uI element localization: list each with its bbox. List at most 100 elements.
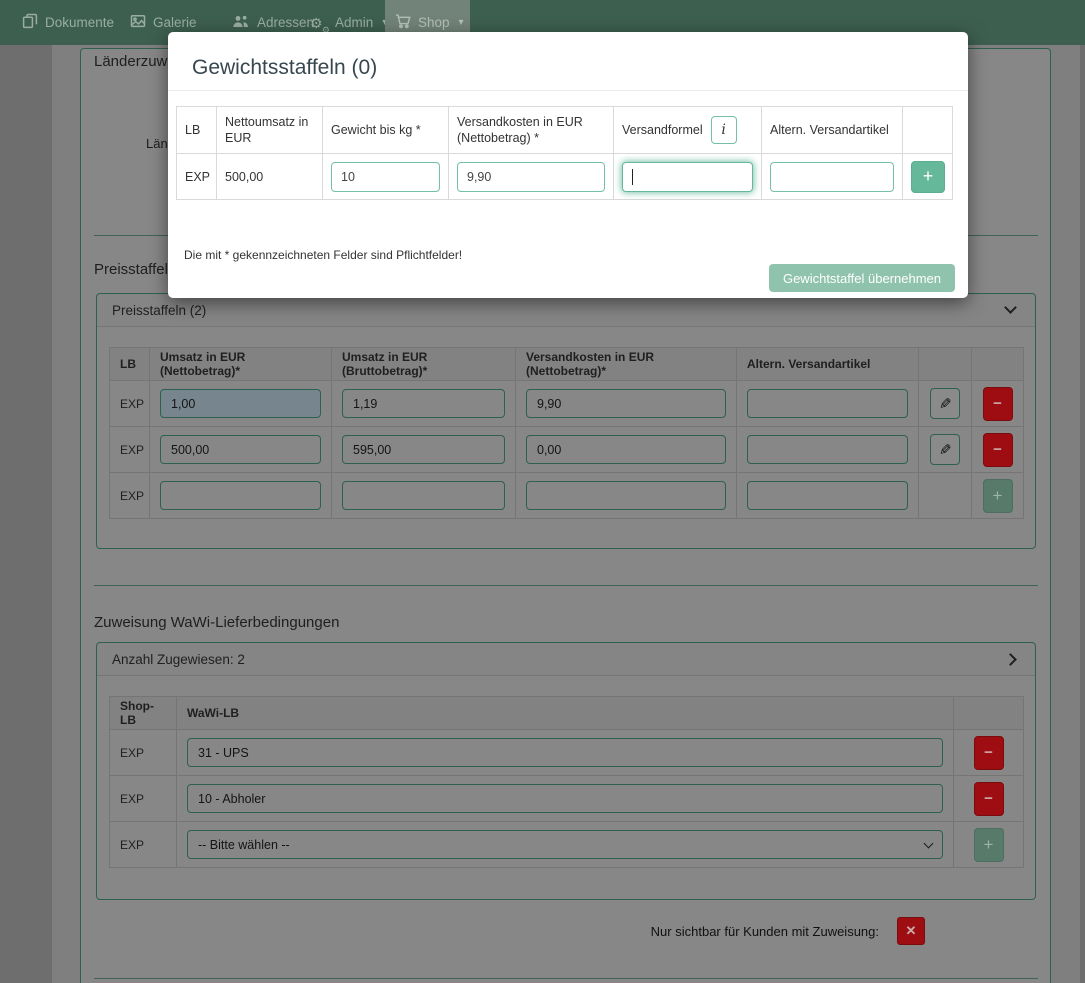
- netto-input[interactable]: [160, 389, 321, 418]
- col-header-lb: LB: [177, 107, 217, 154]
- select-value: -- Bitte wählen --: [198, 838, 290, 852]
- info-icon: i: [721, 121, 725, 139]
- chevron-down-icon: [924, 838, 934, 848]
- wawi-card: Anzahl Zugewiesen: 2 Shop-LB WaWi-LB: [96, 642, 1036, 900]
- wawi-heading: Zuweisung WaWi-Lieferbedingungen: [94, 614, 339, 631]
- gallery-icon: [130, 13, 146, 32]
- altern-versandartikel-input[interactable]: [747, 389, 908, 418]
- preisstaffeln-heading: Preisstaffeln: [94, 261, 176, 278]
- versandkosten-input[interactable]: [526, 481, 726, 510]
- wawi-accordion-header[interactable]: Anzahl Zugewiesen: 2: [97, 643, 1035, 676]
- remove-row-button[interactable]: −: [974, 736, 1004, 770]
- users-icon: [232, 14, 250, 32]
- col-header-edit: [919, 348, 972, 381]
- nettoumsatz-cell: 500,00: [217, 154, 323, 200]
- col-header-versandformel: Versandformel: [622, 122, 703, 138]
- chevron-right-icon: [1004, 653, 1017, 666]
- accordion-title: Preisstaffeln (2): [112, 303, 206, 318]
- brutto-input[interactable]: [342, 481, 505, 510]
- col-header-altern: Altern. Versandartikel: [737, 348, 919, 381]
- visibility-toggle-button[interactable]: ✕: [897, 917, 925, 945]
- wawi-lb-input[interactable]: [187, 738, 943, 767]
- gewichtsstaffeln-modal: Gewichtsstaffeln (0) LB Nettoumsatz in E…: [168, 32, 968, 298]
- wawi-lb-select[interactable]: -- Bitte wählen --: [187, 830, 943, 859]
- x-icon: ✕: [906, 923, 917, 939]
- nav-item-label: Shop: [418, 15, 450, 30]
- divider: [94, 978, 1038, 979]
- lb-cell: EXP: [110, 730, 177, 776]
- col-header-netto: Umsatz in EUR (Nettobetrag)*: [150, 348, 332, 381]
- col-header-brutto: Umsatz in EUR (Bruttobetrag)*: [332, 348, 516, 381]
- versandkosten-input[interactable]: [526, 389, 726, 418]
- modal-title: Gewichtsstaffeln (0): [168, 32, 968, 80]
- table-row: EXP −: [110, 776, 1024, 822]
- altern-versandartikel-input[interactable]: [747, 435, 908, 464]
- gears-icon: ⚙ ⚙: [310, 14, 328, 32]
- col-header-lb: LB: [110, 348, 150, 381]
- versandformel-input[interactable]: [622, 162, 753, 192]
- remove-row-button[interactable]: −: [983, 387, 1013, 421]
- col-header-action: [954, 697, 1024, 730]
- brutto-input[interactable]: [342, 435, 505, 464]
- gewicht-input[interactable]: [331, 162, 440, 192]
- altern-versandartikel-input[interactable]: [770, 162, 894, 192]
- minus-icon: −: [984, 744, 993, 761]
- text-cursor: [632, 169, 633, 185]
- col-header-add: [903, 107, 953, 154]
- visibility-row: Nur sichtbar für Kunden mit Zuweisung: ✕: [81, 917, 925, 945]
- apply-gewichtstaffel-button[interactable]: Gewichtstaffel übernehmen: [769, 264, 955, 292]
- netto-input[interactable]: [160, 481, 321, 510]
- lb-cell: EXP: [110, 822, 177, 868]
- preisstaffeln-accordion-header[interactable]: Preisstaffeln (2): [97, 294, 1035, 327]
- add-row-button[interactable]: +: [983, 479, 1013, 513]
- col-header-wawi-lb: WaWi-LB: [177, 697, 954, 730]
- col-header-versandkosten: Versandkosten in EUR (Nettobetrag) *: [449, 107, 614, 154]
- versandkosten-input[interactable]: [457, 162, 605, 192]
- plus-icon: +: [984, 835, 994, 855]
- caret-down-icon: ▾: [459, 17, 464, 28]
- preisstaffeln-table: LB Umsatz in EUR (Nettobetrag)* Umsatz i…: [109, 347, 1024, 519]
- remove-row-button[interactable]: −: [974, 782, 1004, 816]
- screen: Dokumente Galerie Adressen: [0, 0, 1085, 983]
- altern-versandartikel-input[interactable]: [747, 481, 908, 510]
- table-row: EXP 500,00 +: [177, 154, 953, 200]
- chevron-down-icon: [1004, 301, 1017, 314]
- col-header-remove: [972, 348, 1024, 381]
- add-row-button[interactable]: +: [974, 828, 1004, 862]
- nav-item-dokumente[interactable]: Dokumente: [12, 0, 124, 45]
- gewichtsstaffeln-table: LB Nettoumsatz in EUR Gewicht bis kg * V…: [176, 106, 953, 200]
- brutto-input[interactable]: [342, 389, 505, 418]
- edit-button[interactable]: ✎: [930, 434, 960, 465]
- table-row: EXP ✎ −: [110, 381, 1024, 427]
- minus-icon: −: [984, 790, 993, 807]
- nav-item-label: Dokumente: [45, 15, 114, 30]
- modal-title-divider: [168, 90, 968, 91]
- add-row-button[interactable]: +: [911, 161, 945, 193]
- versandkosten-input[interactable]: [526, 435, 726, 464]
- lb-cell: EXP: [110, 427, 150, 473]
- remove-row-button[interactable]: −: [983, 433, 1013, 467]
- edit-button[interactable]: ✎: [930, 388, 960, 419]
- col-header-altern: Altern. Versandartikel: [762, 107, 903, 154]
- preisstaffeln-card: Preisstaffeln (2) LB Umsatz in EUR (Nett…: [96, 293, 1036, 549]
- table-row: EXP ✎ −: [110, 427, 1024, 473]
- col-header-versand: Versandkosten in EUR (Nettobetrag)*: [516, 348, 737, 381]
- nav-item-label: Galerie: [153, 15, 197, 30]
- info-button[interactable]: i: [711, 116, 737, 144]
- visibility-label: Nur sichtbar für Kunden mit Zuweisung:: [651, 924, 879, 939]
- wawi-lb-input[interactable]: [187, 784, 943, 813]
- minus-icon: −: [993, 395, 1002, 412]
- col-header-gewicht: Gewicht bis kg *: [323, 107, 449, 154]
- netto-input[interactable]: [160, 435, 321, 464]
- accordion-title: Anzahl Zugewiesen: 2: [112, 652, 245, 667]
- lb-cell: EXP: [110, 473, 150, 519]
- documents-icon: [22, 13, 38, 32]
- col-header-nettoumsatz: Nettoumsatz in EUR: [217, 107, 323, 154]
- col-header-shop-lb: Shop-LB: [110, 697, 177, 730]
- pencil-icon: ✎: [939, 395, 952, 413]
- empty-cell: [919, 473, 972, 519]
- lb-cell: EXP: [177, 154, 217, 200]
- plus-icon: +: [993, 486, 1003, 506]
- nav-item-label: Admin: [335, 15, 373, 30]
- lb-cell: EXP: [110, 381, 150, 427]
